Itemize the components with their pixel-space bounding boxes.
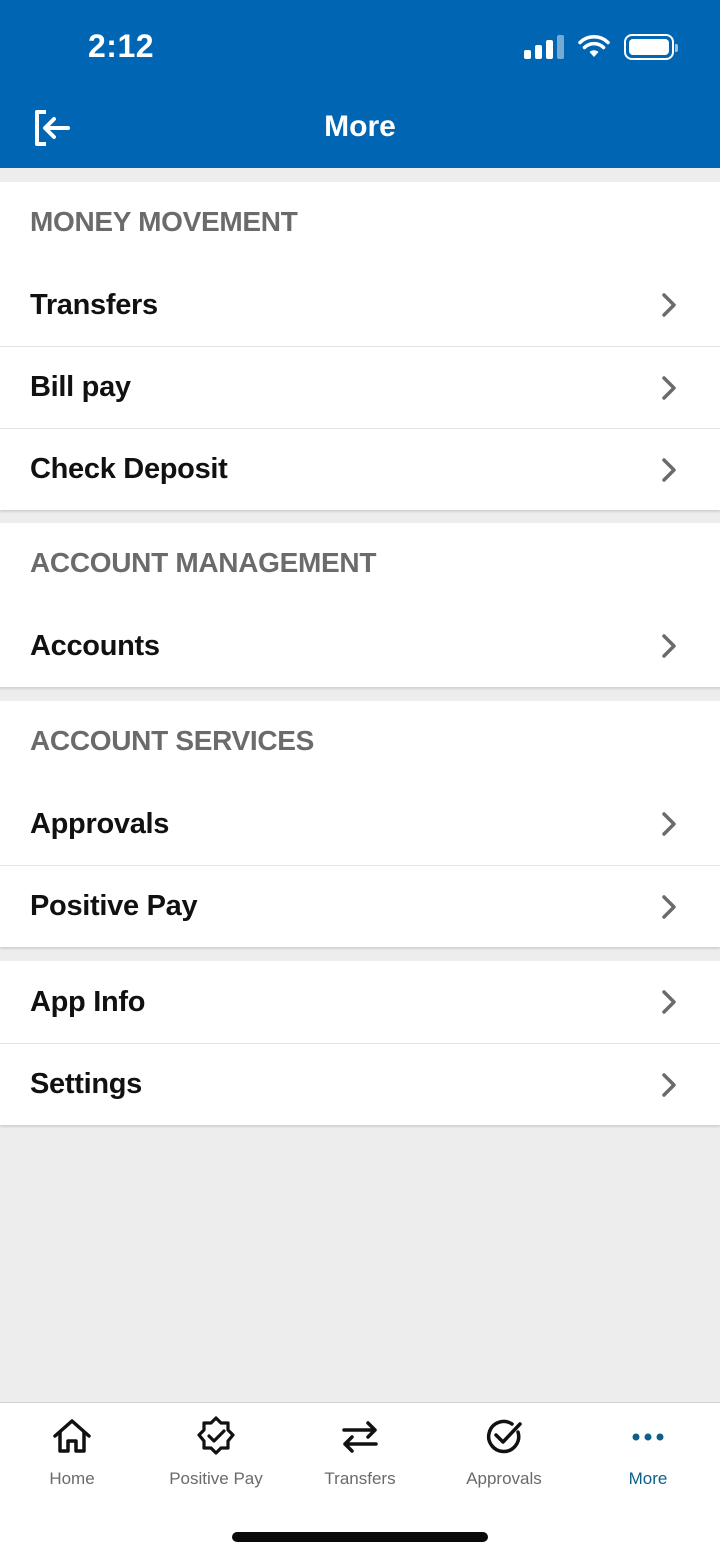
account-services-section: ACCOUNT SERVICES Approvals Positive Pay xyxy=(0,701,720,947)
status-icons xyxy=(524,34,678,60)
chevron-right-icon xyxy=(662,634,676,658)
home-icon xyxy=(53,1419,91,1453)
menu-item-label: Transfers xyxy=(30,288,158,321)
chevron-right-icon xyxy=(662,375,676,400)
tab-label: Positive Pay xyxy=(169,1469,263,1488)
chevron-right-icon xyxy=(662,990,676,1014)
menu-item-positive-pay[interactable]: Positive Pay xyxy=(0,865,720,947)
chevron-right-icon xyxy=(662,894,676,919)
tab-label: Transfers xyxy=(324,1469,396,1488)
menu-item-label: App Info xyxy=(30,985,146,1018)
section-title-account-services: ACCOUNT SERVICES xyxy=(30,725,315,756)
check-circle-icon xyxy=(486,1419,522,1454)
tab-approvals[interactable]: Approvals xyxy=(432,1415,576,1497)
chevron-right-icon xyxy=(662,812,676,836)
tab-positive-pay[interactable]: Positive Pay xyxy=(144,1415,288,1497)
status-time: 2:12 xyxy=(88,28,155,64)
section-title-account-management: ACCOUNT MANAGEMENT xyxy=(30,547,377,578)
app-section: App Info Settings xyxy=(0,961,720,1125)
account-management-section: ACCOUNT MANAGEMENT Accounts xyxy=(0,523,720,687)
menu-item-label: Positive Pay xyxy=(30,890,198,922)
battery-icon xyxy=(624,34,678,60)
menu-item-transfers[interactable]: Transfers xyxy=(0,264,720,346)
money-movement-section: MONEY MOVEMENT Transfers Bill pay Check … xyxy=(0,182,720,510)
app-header: 2:12 More xyxy=(0,0,720,168)
chevron-right-icon xyxy=(662,1072,676,1097)
tab-home[interactable]: Home xyxy=(0,1415,144,1497)
menu-item-settings[interactable]: Settings xyxy=(0,1043,720,1125)
page-title: More xyxy=(324,110,396,143)
menu-item-accounts[interactable]: Accounts xyxy=(0,605,720,687)
menu-item-approvals[interactable]: Approvals xyxy=(0,783,720,865)
more-dots-icon xyxy=(632,1433,664,1441)
menu-item-label: Check Deposit xyxy=(30,453,228,485)
menu-item-label: Bill pay xyxy=(30,371,131,403)
menu-item-app-info[interactable]: App Info xyxy=(0,961,720,1043)
menu-item-label: Settings xyxy=(30,1068,142,1100)
transfer-arrows-icon xyxy=(342,1421,378,1453)
cellular-signal-icon xyxy=(524,35,564,59)
chevron-right-icon xyxy=(662,293,676,317)
tab-label: Home xyxy=(49,1469,95,1488)
badge-check-icon xyxy=(197,1416,235,1455)
menu-item-bill-pay[interactable]: Bill pay xyxy=(0,346,720,428)
tab-label: Approvals xyxy=(466,1469,542,1488)
menu-item-label: Approvals xyxy=(30,807,170,840)
wifi-icon xyxy=(578,35,610,57)
tab-more[interactable]: More xyxy=(576,1415,720,1497)
section-title-money-movement: MONEY MOVEMENT xyxy=(30,206,298,237)
menu-item-check-deposit[interactable]: Check Deposit xyxy=(0,428,720,510)
tab-transfers[interactable]: Transfers xyxy=(288,1415,432,1497)
chevron-right-icon xyxy=(662,457,676,482)
menu-item-label: Accounts xyxy=(30,629,160,662)
tab-label: More xyxy=(628,1469,668,1488)
home-indicator xyxy=(232,1532,488,1542)
